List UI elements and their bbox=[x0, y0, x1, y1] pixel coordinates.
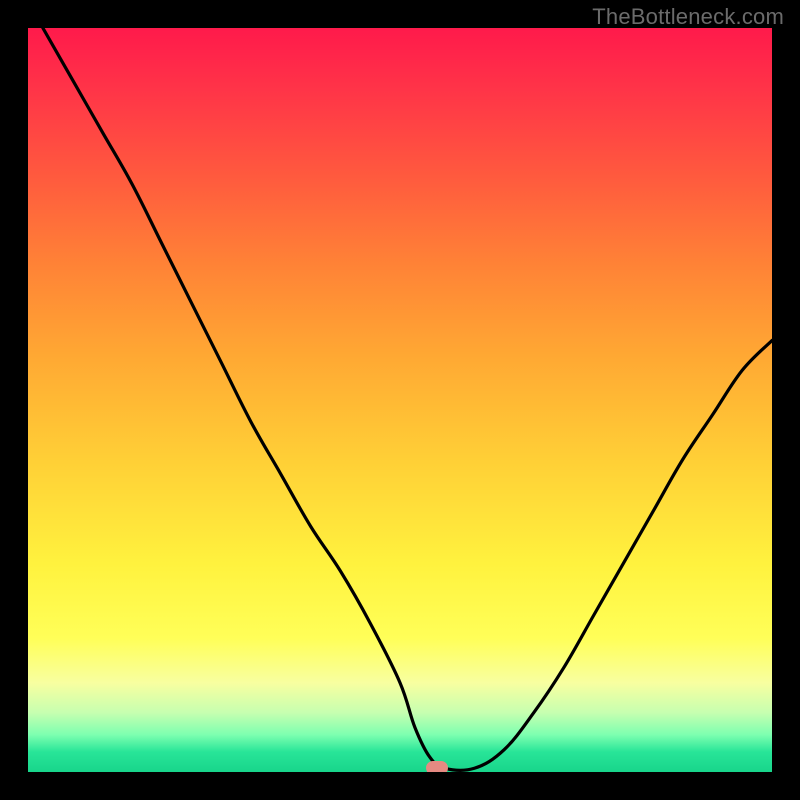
bottleneck-curve bbox=[28, 28, 772, 772]
attribution-label: TheBottleneck.com bbox=[592, 4, 784, 30]
optimal-point-marker bbox=[426, 761, 448, 772]
chart-frame: TheBottleneck.com bbox=[0, 0, 800, 800]
plot-area bbox=[28, 28, 772, 772]
